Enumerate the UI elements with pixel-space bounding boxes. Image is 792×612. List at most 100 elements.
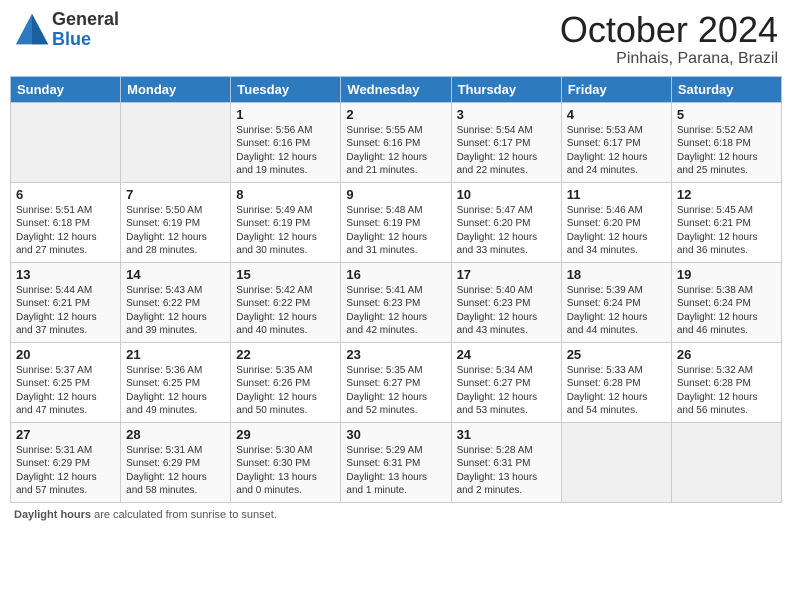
calendar-cell: 25 Sunrise: 5:33 AM Sunset: 6:28 PM Dayli… [561, 342, 671, 422]
day-info: Sunrise: 5:31 AM Sunset: 6:29 PM Dayligh… [16, 444, 115, 498]
day-number: 6 [16, 187, 115, 202]
day-info: Sunrise: 5:54 AM Sunset: 6:17 PM Dayligh… [457, 124, 556, 178]
calendar-cell [121, 102, 231, 182]
logo-text: General Blue [52, 10, 119, 50]
day-info: Sunrise: 5:33 AM Sunset: 6:28 PM Dayligh… [567, 364, 666, 418]
day-info: Sunrise: 5:28 AM Sunset: 6:31 PM Dayligh… [457, 444, 556, 498]
day-number: 25 [567, 347, 666, 362]
day-number: 4 [567, 107, 666, 122]
day-info: Sunrise: 5:46 AM Sunset: 6:20 PM Dayligh… [567, 204, 666, 258]
day-number: 18 [567, 267, 666, 282]
day-number: 12 [677, 187, 776, 202]
day-number: 31 [457, 427, 556, 442]
calendar-cell: 29 Sunrise: 5:30 AM Sunset: 6:30 PM Dayli… [231, 422, 341, 502]
day-info: Sunrise: 5:36 AM Sunset: 6:25 PM Dayligh… [126, 364, 225, 418]
location: Pinhais, Parana, Brazil [560, 50, 778, 68]
calendar-cell: 13 Sunrise: 5:44 AM Sunset: 6:21 PM Dayli… [11, 262, 121, 342]
day-number: 1 [236, 107, 335, 122]
footer-label: Daylight hours [14, 509, 91, 521]
calendar-cell: 18 Sunrise: 5:39 AM Sunset: 6:24 PM Dayli… [561, 262, 671, 342]
day-info: Sunrise: 5:30 AM Sunset: 6:30 PM Dayligh… [236, 444, 335, 498]
day-number: 7 [126, 187, 225, 202]
calendar-cell: 10Sunrise: 5:47 AM Sunset: 6:20 PM Dayli… [451, 182, 561, 262]
calendar-cell: 4Sunrise: 5:53 AM Sunset: 6:17 PM Daylig… [561, 102, 671, 182]
calendar-day-header: Wednesday [341, 76, 451, 102]
day-number: 3 [457, 107, 556, 122]
day-number: 30 [346, 427, 445, 442]
calendar-cell: 1 Sunrise: 5:56 AM Sunset: 6:16 PM Daylig… [231, 102, 341, 182]
day-info: Sunrise: 5:34 AM Sunset: 6:27 PM Dayligh… [457, 364, 556, 418]
calendar-cell: 3 Sunrise: 5:54 AM Sunset: 6:17 PM Daylig… [451, 102, 561, 182]
footer-text: are calculated from sunrise to sunset. [91, 509, 277, 521]
day-number: 2 [346, 107, 445, 122]
logo: General Blue [14, 10, 119, 50]
page-header: General Blue October 2024 Pinhais, Paran… [10, 10, 782, 68]
day-info: Sunrise: 5:42 AM Sunset: 6:22 PM Dayligh… [236, 284, 335, 338]
day-info: Sunrise: 5:35 AM Sunset: 6:26 PM Dayligh… [236, 364, 335, 418]
calendar-cell: 15 Sunrise: 5:42 AM Sunset: 6:22 PM Dayli… [231, 262, 341, 342]
calendar-cell [11, 102, 121, 182]
calendar-week-row: 20 Sunrise: 5:37 AM Sunset: 6:25 PM Dayli… [11, 342, 782, 422]
calendar-cell: 8Sunrise: 5:49 AM Sunset: 6:19 PM Daylig… [231, 182, 341, 262]
calendar-cell: 28Sunrise: 5:31 AM Sunset: 6:29 PM Dayli… [121, 422, 231, 502]
day-info: Sunrise: 5:56 AM Sunset: 6:16 PM Dayligh… [236, 124, 335, 178]
day-info: Sunrise: 5:49 AM Sunset: 6:19 PM Dayligh… [236, 204, 335, 258]
calendar-cell: 12Sunrise: 5:45 AM Sunset: 6:21 PM Dayli… [671, 182, 781, 262]
day-info: Sunrise: 5:39 AM Sunset: 6:24 PM Dayligh… [567, 284, 666, 338]
day-info: Sunrise: 5:35 AM Sunset: 6:27 PM Dayligh… [346, 364, 445, 418]
day-number: 19 [677, 267, 776, 282]
day-info: Sunrise: 5:43 AM Sunset: 6:22 PM Dayligh… [126, 284, 225, 338]
day-number: 27 [16, 427, 115, 442]
calendar-day-header: Friday [561, 76, 671, 102]
day-info: Sunrise: 5:55 AM Sunset: 6:16 PM Dayligh… [346, 124, 445, 178]
calendar-cell: 16Sunrise: 5:41 AM Sunset: 6:23 PM Dayli… [341, 262, 451, 342]
day-number: 26 [677, 347, 776, 362]
calendar-cell: 5 Sunrise: 5:52 AM Sunset: 6:18 PM Daylig… [671, 102, 781, 182]
calendar-day-header: Thursday [451, 76, 561, 102]
day-info: Sunrise: 5:37 AM Sunset: 6:25 PM Dayligh… [16, 364, 115, 418]
logo-general: General [52, 10, 119, 30]
calendar-cell: 14 Sunrise: 5:43 AM Sunset: 6:22 PM Dayli… [121, 262, 231, 342]
calendar-cell: 20 Sunrise: 5:37 AM Sunset: 6:25 PM Dayli… [11, 342, 121, 422]
calendar-cell: 30 Sunrise: 5:29 AM Sunset: 6:31 PM Dayli… [341, 422, 451, 502]
day-info: Sunrise: 5:52 AM Sunset: 6:18 PM Dayligh… [677, 124, 776, 178]
calendar-day-header: Monday [121, 76, 231, 102]
day-info: Sunrise: 5:31 AM Sunset: 6:29 PM Dayligh… [126, 444, 225, 498]
day-number: 11 [567, 187, 666, 202]
calendar-cell: 22Sunrise: 5:35 AM Sunset: 6:26 PM Dayli… [231, 342, 341, 422]
calendar-cell: 21 Sunrise: 5:36 AM Sunset: 6:25 PM Dayli… [121, 342, 231, 422]
month-title: October 2024 [560, 10, 778, 50]
day-number: 5 [677, 107, 776, 122]
calendar-table: SundayMondayTuesdayWednesdayThursdayFrid… [10, 76, 782, 503]
day-info: Sunrise: 5:51 AM Sunset: 6:18 PM Dayligh… [16, 204, 115, 258]
day-info: Sunrise: 5:41 AM Sunset: 6:23 PM Dayligh… [346, 284, 445, 338]
calendar-cell: 9Sunrise: 5:48 AM Sunset: 6:19 PM Daylig… [341, 182, 451, 262]
day-info: Sunrise: 5:38 AM Sunset: 6:24 PM Dayligh… [677, 284, 776, 338]
day-info: Sunrise: 5:32 AM Sunset: 6:28 PM Dayligh… [677, 364, 776, 418]
day-number: 10 [457, 187, 556, 202]
calendar-cell: 24 Sunrise: 5:34 AM Sunset: 6:27 PM Dayli… [451, 342, 561, 422]
day-number: 29 [236, 427, 335, 442]
calendar-week-row: 1 Sunrise: 5:56 AM Sunset: 6:16 PM Daylig… [11, 102, 782, 182]
day-number: 17 [457, 267, 556, 282]
calendar-day-header: Sunday [11, 76, 121, 102]
calendar-week-row: 6 Sunrise: 5:51 AM Sunset: 6:18 PM Daylig… [11, 182, 782, 262]
day-number: 14 [126, 267, 225, 282]
day-number: 15 [236, 267, 335, 282]
day-number: 13 [16, 267, 115, 282]
calendar-cell: 31 Sunrise: 5:28 AM Sunset: 6:31 PM Dayli… [451, 422, 561, 502]
calendar-cell: 23Sunrise: 5:35 AM Sunset: 6:27 PM Dayli… [341, 342, 451, 422]
footer: Daylight hours are calculated from sunri… [10, 509, 782, 521]
day-number: 24 [457, 347, 556, 362]
day-number: 21 [126, 347, 225, 362]
calendar-cell [671, 422, 781, 502]
day-info: Sunrise: 5:48 AM Sunset: 6:19 PM Dayligh… [346, 204, 445, 258]
day-info: Sunrise: 5:44 AM Sunset: 6:21 PM Dayligh… [16, 284, 115, 338]
calendar-week-row: 13 Sunrise: 5:44 AM Sunset: 6:21 PM Dayli… [11, 262, 782, 342]
calendar-cell [561, 422, 671, 502]
day-number: 20 [16, 347, 115, 362]
title-block: October 2024 Pinhais, Parana, Brazil [560, 10, 778, 68]
calendar-day-header: Tuesday [231, 76, 341, 102]
calendar-cell: 11 Sunrise: 5:46 AM Sunset: 6:20 PM Dayli… [561, 182, 671, 262]
day-info: Sunrise: 5:29 AM Sunset: 6:31 PM Dayligh… [346, 444, 445, 498]
